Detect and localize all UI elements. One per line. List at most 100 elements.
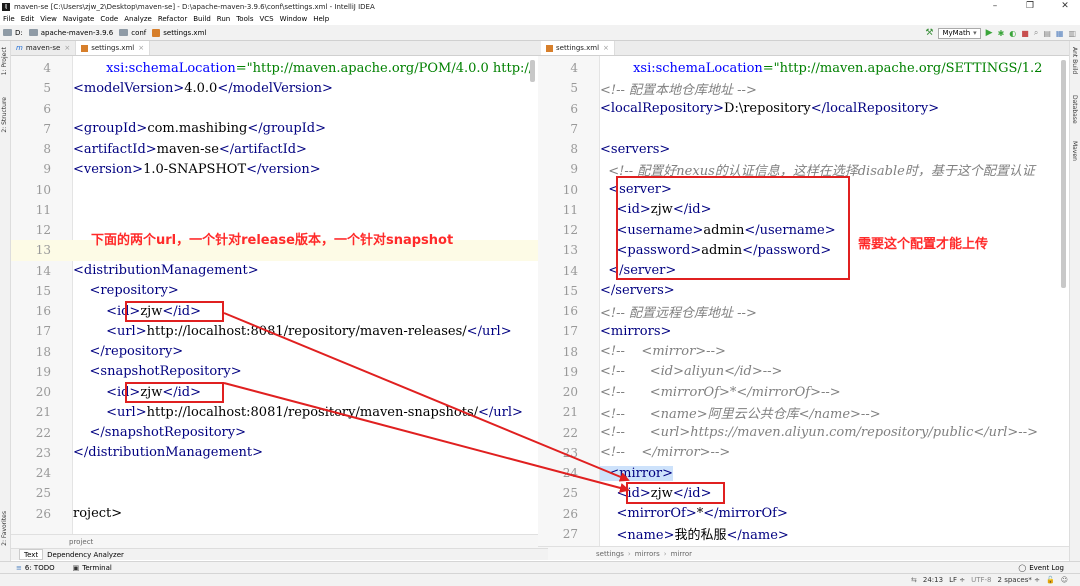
code-line[interactable]: 19 <snapshotRepository>	[11, 362, 538, 382]
code-line[interactable]: 26 roject>	[11, 504, 538, 524]
menu-vcs[interactable]: VCS	[259, 15, 273, 23]
structure-tool-tab[interactable]: 2: Structure	[1, 97, 8, 133]
search-icon[interactable]: ⌕	[1034, 28, 1038, 38]
caret-position[interactable]: 24:13	[923, 576, 943, 584]
code-line[interactable]: 18 <!-- <mirror>-->	[538, 342, 1069, 362]
terminal-tool-button[interactable]: Terminal	[82, 564, 112, 572]
layout-icon[interactable]: ▥	[1068, 29, 1076, 38]
menu-file[interactable]: File	[3, 15, 15, 23]
code-line[interactable]: 16 <!-- 配置远程仓库地址 -->	[538, 301, 1069, 321]
maven-tool-tab[interactable]: Maven	[1071, 141, 1078, 161]
left-scrollbar[interactable]	[530, 60, 535, 82]
code-line[interactable]: 9 <version>1.0-SNAPSHOT</version>	[11, 159, 538, 179]
left-editor[interactable]: 4 xsi:schemaLocation="http://maven.apach…	[11, 56, 538, 534]
code-line[interactable]: 21 <url>http://localhost:8081/repository…	[11, 402, 538, 422]
left-breadcrumb-project[interactable]: project	[69, 538, 93, 546]
code-line[interactable]: 8 <artifactId>maven-se</artifactId>	[11, 139, 538, 159]
right-breadcrumb-settings[interactable]: settings	[596, 550, 624, 558]
menu-tools[interactable]: Tools	[236, 15, 253, 23]
close-tab-icon[interactable]: ×	[603, 44, 609, 52]
code-line[interactable]: 24	[11, 463, 538, 483]
tab-settings-left[interactable]: settings.xml ×	[76, 41, 151, 55]
close-tab-icon[interactable]: ×	[64, 44, 70, 52]
nav-crumb-conf[interactable]: conf	[119, 29, 146, 37]
run-icon[interactable]: ▶	[986, 28, 993, 38]
menu-code[interactable]: Code	[100, 15, 118, 23]
code-line[interactable]: 5 <modelVersion>4.0.0</modelVersion>	[11, 78, 538, 98]
code-line[interactable]: 17 <url>http://localhost:8081/repository…	[11, 321, 538, 341]
code-line[interactable]: 7	[538, 119, 1069, 139]
code-line[interactable]: 5 <!-- 配置本地仓库地址 -->	[538, 78, 1069, 98]
tab-text[interactable]: Text	[19, 549, 44, 560]
right-editor[interactable]: 4 xsi:schemaLocation="http://maven.apach…	[538, 56, 1069, 546]
close-button[interactable]: ✕	[1055, 0, 1075, 13]
database-tool-tab[interactable]: Database	[1071, 95, 1078, 124]
close-tab-icon[interactable]: ×	[138, 44, 144, 52]
code-line[interactable]: 15 </servers>	[538, 281, 1069, 301]
code-line[interactable]: 20 <id>zjw</id>	[11, 382, 538, 402]
inspector-icon[interactable]: ☺	[1061, 576, 1068, 584]
menu-build[interactable]: Build	[193, 15, 211, 23]
ant-build-tool-tab[interactable]: Ant Build	[1071, 47, 1078, 74]
code-line[interactable]: 8 <servers>	[538, 139, 1069, 159]
code-line[interactable]: 11	[11, 200, 538, 220]
code-line[interactable]: 6	[11, 99, 538, 119]
right-breadcrumb-mirror[interactable]: mirror	[671, 550, 692, 558]
code-line[interactable]: 10	[11, 180, 538, 200]
tab-dependency-analyzer[interactable]: Dependency Analyzer	[43, 549, 128, 560]
menu-view[interactable]: View	[40, 15, 57, 23]
code-line[interactable]: 22 </snapshotRepository>	[11, 423, 538, 443]
menu-run[interactable]: Run	[217, 15, 230, 23]
tab-settings-right[interactable]: settings.xml ×	[541, 41, 615, 55]
code-line[interactable]: 16 <id>zjw</id>	[11, 301, 538, 321]
line-separator[interactable]: LF ÷	[949, 576, 965, 584]
maximize-button[interactable]: ❐	[1020, 0, 1040, 13]
menu-navigate[interactable]: Navigate	[63, 15, 94, 23]
code-line[interactable]: 20 <!-- <mirrorOf>*</mirrorOf>-->	[538, 382, 1069, 402]
code-line[interactable]: 23 </distributionManagement>	[11, 443, 538, 463]
tab-maven-se[interactable]: m maven-se ×	[11, 41, 77, 55]
code-line[interactable]: 25 <id>zjw</id>	[538, 483, 1069, 503]
coverage-icon[interactable]: ◐	[1009, 29, 1016, 38]
menu-window[interactable]: Window	[280, 15, 308, 23]
project-structure-icon[interactable]: ▦	[1056, 29, 1064, 38]
code-line[interactable]: 7 <groupId>com.mashibing</groupId>	[11, 119, 538, 139]
minimize-button[interactable]: –	[985, 0, 1005, 13]
code-line[interactable]: 21 <!-- <name>阿里云公共仓库</name>-->	[538, 402, 1069, 422]
right-scrollbar[interactable]	[1061, 60, 1066, 288]
code-line[interactable]: 6 <localRepository>D:\repository</localRe…	[538, 99, 1069, 119]
project-tool-tab[interactable]: 1: Project	[1, 47, 8, 75]
menu-analyze[interactable]: Analyze	[124, 15, 152, 23]
hammer-icon[interactable]: ⚒	[925, 28, 933, 38]
sdk-icon[interactable]: ▤	[1043, 29, 1051, 38]
code-line[interactable]: 19 <!-- <id>aliyun</id>-->	[538, 362, 1069, 382]
code-line[interactable]: 22 <!-- <url>https://maven.aliyun.com/rep…	[538, 423, 1069, 443]
code-line[interactable]: 27 <name>我的私服</name>	[538, 524, 1069, 544]
code-line[interactable]: 26 <mirrorOf>*</mirrorOf>	[538, 504, 1069, 524]
stop-icon[interactable]: ■	[1021, 29, 1029, 38]
favorites-tool-tab[interactable]: 2: Favorites	[1, 511, 8, 546]
nav-crumb-maven-dir[interactable]: apache-maven-3.9.6	[28, 29, 113, 37]
code-line[interactable]: 24 <mirror>	[538, 463, 1069, 483]
menu-edit[interactable]: Edit	[21, 15, 35, 23]
debug-icon[interactable]: ✱	[998, 29, 1005, 38]
code-line[interactable]: 4 xsi:schemaLocation="http://maven.apach…	[11, 58, 538, 78]
todo-tool-button[interactable]: 6: TODO	[25, 564, 55, 572]
code-line[interactable]: 17 <mirrors>	[538, 321, 1069, 341]
nav-crumb-drive[interactable]: D:	[3, 29, 23, 37]
run-config-select[interactable]: MyMath ▾	[938, 27, 981, 39]
event-log-button[interactable]: Event Log	[1029, 564, 1064, 572]
code-line[interactable]: 14 <distributionManagement>	[11, 261, 538, 281]
code-line[interactable]: 15 <repository>	[11, 281, 538, 301]
right-breadcrumb-mirrors[interactable]: mirrors	[635, 550, 660, 558]
file-encoding[interactable]: UTF-8	[971, 576, 991, 584]
indent-setting[interactable]: 2 spaces* ÷	[998, 576, 1040, 584]
nav-crumb-settings[interactable]: settings.xml	[152, 28, 206, 37]
code-line[interactable]: 23 <!-- </mirror>-->	[538, 443, 1069, 463]
lock-icon[interactable]: 🔓	[1046, 576, 1055, 584]
code-line[interactable]: 18 </repository>	[11, 342, 538, 362]
menu-refactor[interactable]: Refactor	[158, 15, 187, 23]
code-line[interactable]: 25	[11, 483, 538, 503]
code-line[interactable]: 4 xsi:schemaLocation="http://maven.apach…	[538, 58, 1069, 78]
menu-help[interactable]: Help	[313, 15, 329, 23]
